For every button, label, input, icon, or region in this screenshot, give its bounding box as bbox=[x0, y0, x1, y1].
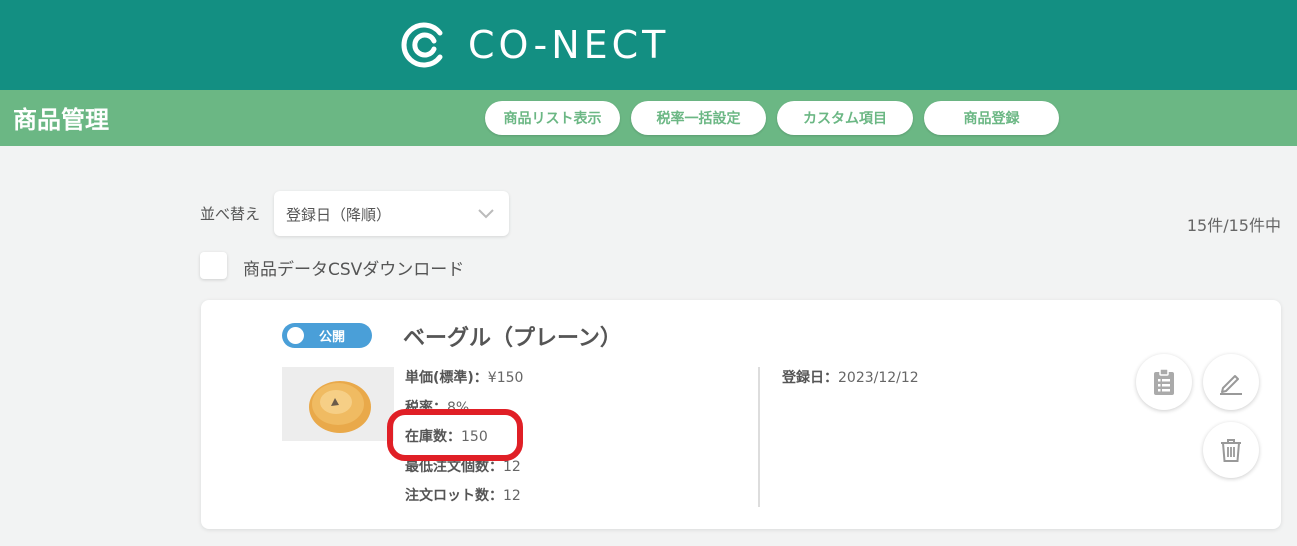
sort-label: 並べ替え bbox=[200, 205, 261, 223]
pencil-icon bbox=[1220, 375, 1242, 395]
page-title: 商品管理 bbox=[13, 106, 109, 134]
stock-highlight-annotation bbox=[387, 409, 523, 461]
reg-date-value: 2023/12/12 bbox=[838, 370, 919, 386]
result-count: 15件/15件中 bbox=[1186, 216, 1281, 235]
lot-value: 12 bbox=[503, 488, 521, 504]
custom-fields-button[interactable]: カスタム項目 bbox=[777, 101, 913, 135]
conect-logo-icon bbox=[401, 22, 443, 68]
price-row: 単価(標準)：¥150 bbox=[405, 367, 523, 397]
edit-button[interactable] bbox=[1203, 354, 1259, 410]
toggle-knob bbox=[287, 327, 304, 344]
column-divider bbox=[758, 367, 760, 507]
brand-name: CO-NECT bbox=[468, 23, 670, 67]
sub-header: 商品管理 商品リスト表示 税率一括設定 カスタム項目 商品登録 bbox=[0, 90, 1297, 146]
sort-select[interactable]: 登録日（降順） bbox=[274, 191, 509, 236]
csv-download-checkbox[interactable] bbox=[200, 252, 227, 279]
product-list-button[interactable]: 商品リスト表示 bbox=[485, 101, 620, 135]
registration-date: 登録日：2023/12/12 bbox=[782, 367, 919, 387]
price-value: ¥150 bbox=[487, 370, 524, 386]
app-header: CO-NECT bbox=[0, 0, 1297, 90]
brand-logo[interactable]: CO-NECT bbox=[400, 20, 669, 70]
delete-button[interactable] bbox=[1203, 422, 1259, 478]
price-label: 単価(標準)： bbox=[405, 370, 488, 386]
product-card: 公開 ベーグル（プレーン） 単価(標準)：¥150 税率：8% 在庫数：150 … bbox=[201, 300, 1281, 529]
lot-label: 注文ロット数： bbox=[405, 488, 503, 504]
lot-row: 注文ロット数：12 bbox=[405, 485, 523, 515]
trash-icon bbox=[1221, 439, 1241, 462]
product-name: ベーグル（プレーン） bbox=[403, 326, 622, 351]
bagel-icon bbox=[282, 367, 394, 441]
publish-status: 公開 bbox=[319, 330, 346, 345]
product-register-button[interactable]: 商品登録 bbox=[924, 101, 1059, 135]
publish-toggle[interactable]: 公開 bbox=[282, 323, 372, 348]
chevron-down-icon bbox=[478, 209, 494, 219]
product-image bbox=[282, 367, 394, 441]
csv-download-label[interactable]: 商品データCSVダウンロード bbox=[243, 255, 464, 280]
details-button[interactable] bbox=[1136, 354, 1192, 410]
tax-bulk-setting-button[interactable]: 税率一括設定 bbox=[631, 101, 766, 135]
sort-selected-value: 登録日（降順） bbox=[286, 206, 392, 224]
clipboard-list-icon bbox=[1154, 368, 1174, 395]
reg-date-label: 登録日： bbox=[782, 370, 838, 386]
